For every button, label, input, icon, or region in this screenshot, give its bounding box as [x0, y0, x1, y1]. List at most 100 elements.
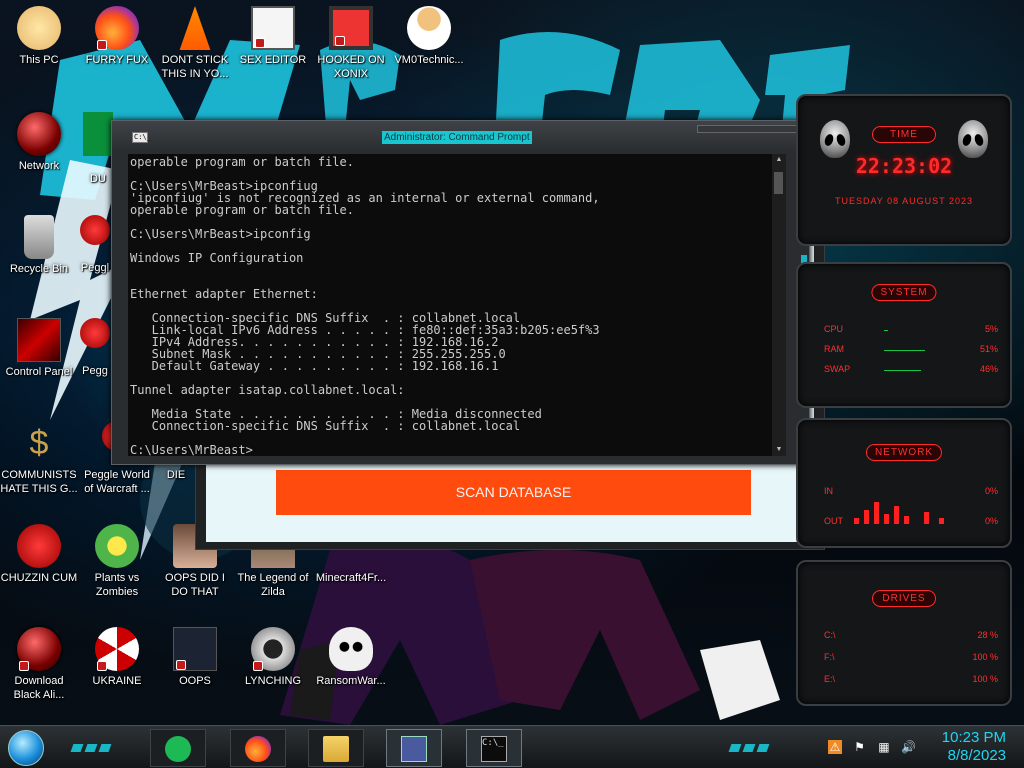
row-key: SWAP — [824, 364, 851, 374]
command-prompt-window[interactable]: C:\_ Administrator: Command Prompt opera… — [111, 120, 810, 465]
row-value: 28 % — [977, 630, 998, 640]
desktop-icon-network[interactable]: Network — [0, 112, 78, 173]
taskbar-app[interactable] — [386, 729, 442, 767]
desktop-icon-chuzzin[interactable]: CHUZZIN CUM — [0, 524, 78, 585]
system-row-cpu: CPU 5% — [824, 324, 998, 338]
desktop-icon-communists[interactable]: $ COMMUNISTS HATE THIS G... — [0, 421, 78, 496]
desktop-icon-label: LYNCHING — [244, 675, 302, 687]
row-key: F:\ — [824, 652, 835, 662]
desktop-icon-label: OOPS — [179, 675, 211, 687]
spotify-icon — [165, 736, 191, 762]
desktop-icon-label: SEX EDITOR — [239, 54, 307, 66]
taskbar-firefox[interactable] — [230, 729, 286, 767]
desktop-icon-label: DONT STICK THIS IN YO... — [161, 54, 229, 80]
gear-flag-icon — [251, 627, 295, 671]
scroll-thumb[interactable] — [774, 172, 783, 194]
desktop-icon-hooked-on-xonix[interactable]: HOOKED ON XONIX — [312, 6, 390, 81]
desktop-icon-ukraine[interactable]: UKRAINE — [78, 627, 156, 688]
radiation-icon — [95, 627, 139, 671]
recycle-bin-icon — [24, 215, 54, 259]
drive-row-e: E:\ 100 % — [824, 674, 998, 688]
desktop-icon-label: This PC — [19, 54, 59, 66]
skull-icon — [329, 627, 373, 671]
desktop-icon-peggle-1[interactable]: Peggl — [78, 215, 112, 275]
system-gadget[interactable]: SYSTEM CPU 5% RAM 51% SWAP 46% — [796, 262, 1012, 408]
taskbar-light-strip — [70, 739, 114, 752]
desktop-icon-ransomware[interactable]: RansomWar... — [312, 627, 390, 688]
row-key: RAM — [824, 344, 844, 354]
red-orb-icon — [17, 112, 61, 156]
desktop-icon-label: OOPS DID I DO THAT — [165, 572, 225, 598]
row-value: 46% — [979, 364, 998, 374]
drives-gadget[interactable]: DRIVES C:\ 28 % F:\ 100 % E:\ 100 % — [796, 560, 1012, 706]
desktop-icon-this-pc[interactable]: This PC — [0, 6, 78, 67]
row-key: E:\ — [824, 674, 836, 684]
scroll-down-arrow-icon[interactable]: ▼ — [774, 445, 784, 455]
start-button[interactable] — [8, 730, 44, 766]
desktop-icon-vm0technic[interactable]: VM0Technic... — [390, 6, 468, 67]
row-value: 5% — [984, 324, 998, 334]
desktop-icon-recycle-bin[interactable]: Recycle Bin — [0, 215, 78, 276]
desktop-icon-label: Network — [18, 160, 60, 172]
desktop-icon-label: Download Black Ali... — [13, 675, 65, 701]
volume-icon[interactable]: 🔊 — [901, 740, 916, 754]
console-text: operable program or batch file. C:\Users… — [130, 155, 600, 456]
desktop-icon-furry-fux[interactable]: FURRY FUX — [78, 6, 156, 67]
desktop-icon-dont-stick[interactable]: DONT STICK THIS IN YO... — [156, 6, 234, 81]
desktop-icon-download-black-ali[interactable]: Download Black Ali... — [0, 627, 78, 702]
gadget-date: Tuesday 08 August 2023 — [834, 196, 974, 206]
firefox-icon — [95, 6, 139, 50]
console-output[interactable]: operable program or batch file. C:\Users… — [128, 154, 772, 456]
taskbar-file-explorer[interactable] — [308, 729, 364, 767]
desktop-icon-label: The Legend of Zilda — [237, 572, 309, 598]
desktop-icon-plants-vs-zombies[interactable]: Plants vs Zombies — [78, 524, 156, 599]
taskbar: C:\_ ⚠ ⚑ ▦ 🔊 10:23 PM 8/8/2023 — [0, 725, 1024, 768]
cmd-icon[interactable]: C:\_ — [132, 132, 151, 143]
red-orb-icon — [17, 627, 61, 671]
notification-flag-icon[interactable]: ⚑ — [852, 740, 866, 754]
desktop-icon-label: Recycle Bin — [9, 263, 69, 275]
time-gadget[interactable]: TIME 22:23:02 Tuesday 08 August 2023 — [796, 94, 1012, 246]
gadget-header: TIME — [872, 126, 936, 143]
row-value: 100 % — [972, 652, 998, 662]
peggle-icon — [80, 318, 110, 348]
drive-row-f: F:\ 100 % — [824, 652, 998, 666]
title-bar-decoration — [697, 125, 797, 133]
scan-database-button[interactable]: SCAN DATABASE — [276, 470, 751, 515]
hxd-editor-icon — [251, 6, 295, 50]
vertical-scrollbar[interactable]: ▲ ▼ — [772, 154, 786, 456]
desktop-icon-label: DIE — [166, 469, 186, 481]
system-row-ram: RAM 51% — [824, 344, 998, 358]
desktop-icon-label: VM0Technic... — [394, 54, 464, 66]
cmd-icon: C:\_ — [481, 736, 507, 762]
desktop-icon-sex-editor[interactable]: SEX EDITOR — [234, 6, 312, 67]
gadget-header: NETWORK — [865, 444, 943, 461]
desktop-icon-lynching[interactable]: LYNCHING — [234, 627, 312, 688]
desktop-icon-label: COMMUNISTS HATE THIS G... — [0, 469, 78, 495]
desktop-icon-oops[interactable]: OOPS — [156, 627, 234, 688]
window-title: Administrator: Command Prompt — [382, 131, 532, 144]
app-panel-icon — [401, 736, 427, 762]
cartoon-face-icon — [17, 6, 61, 50]
desktop-icon-peggle-2[interactable]: Pegg — [78, 318, 112, 378]
desktop-icon-control-panel[interactable]: Control Panel — [0, 318, 78, 379]
taskbar-light-strip — [728, 739, 772, 752]
security-icon[interactable]: ⚠ — [828, 740, 842, 754]
file-explorer-icon — [323, 736, 349, 762]
desktop-icon-label: HOOKED ON XONIX — [317, 54, 385, 80]
row-value: 51% — [979, 344, 998, 354]
scroll-up-arrow-icon[interactable]: ▲ — [774, 155, 784, 165]
row-bar — [884, 370, 921, 371]
peggle-icon — [80, 215, 110, 245]
taskbar-cmd[interactable]: C:\_ — [466, 729, 522, 767]
window-title-bar[interactable]: C:\_ Administrator: Command Prompt — [112, 121, 809, 151]
desktop-icon-label: Control Panel — [5, 366, 73, 378]
taskbar-time: 10:23 PM — [941, 729, 1006, 746]
desktop-icon-label: CHUZZIN CUM — [0, 572, 78, 584]
row-value: 100 % — [972, 674, 998, 684]
taskbar-clock[interactable]: 10:23 PM 8/8/2023 — [942, 729, 1006, 765]
network-gadget[interactable]: NETWORK IN 0% OUT 0% — [796, 418, 1012, 548]
network-icon[interactable]: ▦ — [877, 740, 891, 754]
taskbar-spotify[interactable] — [150, 729, 206, 767]
maze-game-icon — [329, 6, 373, 50]
